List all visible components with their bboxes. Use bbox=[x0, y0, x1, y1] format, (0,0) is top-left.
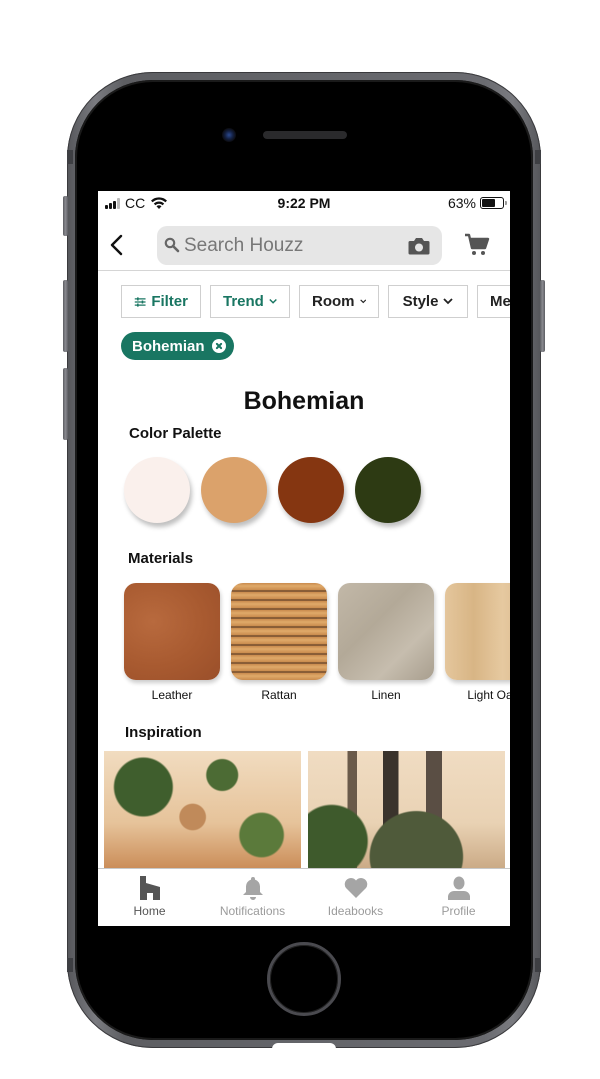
tab-home[interactable]: Home bbox=[98, 869, 201, 926]
leather-texture-image bbox=[124, 583, 220, 680]
more-label: Me bbox=[490, 293, 510, 310]
tab-label: Home bbox=[133, 904, 166, 918]
material-card-rattan[interactable]: Rattan bbox=[231, 583, 327, 702]
silent-switch[interactable] bbox=[63, 196, 68, 236]
more-filter-chip[interactable]: Me bbox=[477, 285, 510, 318]
rattan-texture-image bbox=[231, 583, 327, 680]
tab-label: Notifications bbox=[219, 904, 286, 918]
material-card-light-oak[interactable]: Light Oak bbox=[445, 583, 510, 702]
tab-ideabooks[interactable]: Ideabooks bbox=[304, 869, 407, 926]
material-label: Light Oak bbox=[467, 688, 510, 702]
active-filter-tag[interactable]: Bohemian bbox=[121, 332, 234, 360]
tab-profile[interactable]: Profile bbox=[407, 869, 510, 926]
linen-texture-image bbox=[338, 583, 434, 680]
battery-level bbox=[482, 199, 495, 207]
color-swatch[interactable] bbox=[124, 457, 190, 523]
trend-label: Trend bbox=[223, 293, 264, 310]
inspiration-photo[interactable] bbox=[308, 751, 505, 871]
antenna-band bbox=[535, 150, 541, 164]
filter-button[interactable]: Filter bbox=[121, 285, 201, 318]
power-button[interactable] bbox=[540, 280, 545, 352]
earpiece-speaker bbox=[263, 131, 347, 139]
heart-icon bbox=[344, 878, 367, 898]
material-label: Rattan bbox=[261, 688, 297, 702]
volume-down-button[interactable] bbox=[63, 368, 68, 440]
inspiration-gallery bbox=[104, 751, 505, 871]
remove-tag-icon[interactable] bbox=[211, 339, 226, 353]
inspiration-photo[interactable] bbox=[104, 751, 301, 871]
app-header: Search Houzz bbox=[98, 221, 510, 271]
material-card-leather[interactable]: Leather bbox=[124, 583, 220, 702]
material-label: Leather bbox=[151, 688, 193, 702]
style-dropdown[interactable]: Style bbox=[388, 285, 468, 318]
home-button[interactable] bbox=[267, 942, 341, 1016]
person-icon bbox=[447, 876, 470, 900]
chevron-down-icon bbox=[269, 298, 277, 304]
materials-carousel: Leather Rattan Linen Light Oak bbox=[124, 583, 510, 702]
search-placeholder: Search Houzz bbox=[184, 235, 304, 256]
active-tag-label: Bohemian bbox=[132, 337, 205, 355]
materials-heading: Materials bbox=[128, 550, 194, 567]
trend-dropdown[interactable]: Trend bbox=[210, 285, 290, 318]
antenna-band bbox=[67, 150, 73, 164]
chevron-down-icon bbox=[443, 298, 454, 305]
inspiration-heading: Inspiration bbox=[125, 724, 202, 741]
houzz-home-icon bbox=[139, 876, 160, 900]
color-swatch[interactable] bbox=[201, 457, 267, 523]
chevron-down-icon bbox=[359, 299, 366, 304]
back-chevron-icon[interactable] bbox=[106, 233, 130, 257]
status-right: 63% bbox=[447, 195, 507, 211]
tab-label: Ideabooks bbox=[327, 904, 384, 918]
status-bar: CC 9:22 PM 63% bbox=[98, 191, 510, 215]
filter-chip-bar: Filter Trend Room Style Me bbox=[121, 285, 510, 319]
sliders-icon bbox=[134, 296, 146, 307]
light-oak-texture-image bbox=[445, 583, 510, 680]
app-screen: CC 9:22 PM 63% Search Houzz Filter Trend… bbox=[98, 191, 510, 926]
volume-up-button[interactable] bbox=[63, 280, 68, 352]
color-palette-heading: Color Palette bbox=[129, 425, 222, 442]
style-label: Style bbox=[402, 293, 439, 310]
antenna-band bbox=[535, 958, 541, 972]
room-label: Room bbox=[312, 293, 355, 310]
room-dropdown[interactable]: Room bbox=[299, 285, 379, 318]
tab-notifications[interactable]: Notifications bbox=[201, 869, 304, 926]
phone-bottom-notch bbox=[272, 1043, 336, 1049]
tab-label: Profile bbox=[441, 904, 476, 918]
search-input[interactable]: Search Houzz bbox=[157, 226, 442, 265]
bottom-tab-bar: Home Notifications Ideabooks Profile bbox=[98, 868, 510, 926]
color-palette bbox=[124, 457, 421, 523]
front-camera bbox=[222, 128, 236, 142]
battery-percent: 63% bbox=[447, 195, 476, 211]
material-label: Linen bbox=[371, 688, 401, 702]
page-title: Bohemian bbox=[243, 387, 365, 415]
filter-label: Filter bbox=[151, 293, 188, 310]
color-swatch[interactable] bbox=[355, 457, 421, 523]
search-icon bbox=[164, 237, 180, 253]
battery-icon bbox=[480, 197, 507, 209]
bell-icon bbox=[242, 877, 263, 900]
antenna-band bbox=[67, 958, 73, 972]
camera-icon[interactable] bbox=[408, 237, 430, 255]
cart-icon[interactable] bbox=[464, 233, 490, 257]
material-card-linen[interactable]: Linen bbox=[338, 583, 434, 702]
color-swatch[interactable] bbox=[278, 457, 344, 523]
